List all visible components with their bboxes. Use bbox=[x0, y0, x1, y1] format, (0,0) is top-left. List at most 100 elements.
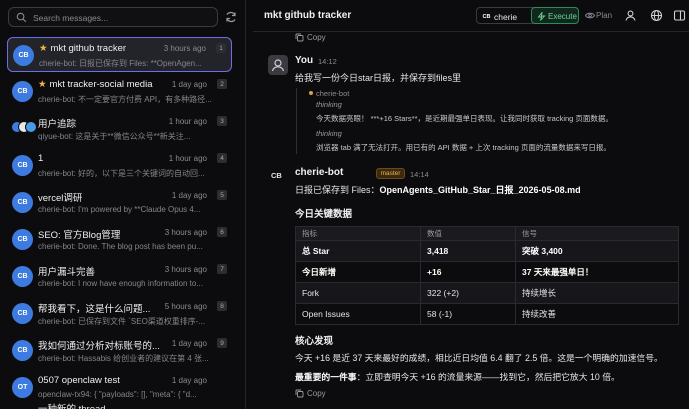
user-icon bbox=[271, 59, 285, 72]
copy-icon bbox=[295, 389, 304, 398]
conversation-badge: 5 bbox=[217, 190, 227, 200]
thinking-agent: cherie-bot bbox=[316, 89, 350, 98]
conversation-badge: 1 bbox=[216, 43, 226, 53]
finding-text: 今天 +16 是近 37 天来最好的成绩，相比近日均值 6.4 翻了 2.5 倍… bbox=[295, 353, 663, 363]
user-icon[interactable] bbox=[624, 9, 637, 22]
search-row: Search messages... bbox=[8, 7, 238, 27]
copy-label: Copy bbox=[307, 33, 326, 42]
conversation-badge: 2 bbox=[217, 79, 227, 89]
role-badge: master bbox=[376, 168, 405, 179]
copy-button[interactable]: Copy bbox=[295, 33, 326, 42]
conversation-preview: cherie-bot: Done. The blog post has been… bbox=[38, 242, 203, 251]
conversation-time: 1 day ago bbox=[171, 376, 207, 385]
conversation-preview: cherie-bot: 不一定要官方付费 API，有多种路径... bbox=[38, 95, 212, 104]
conversation-item[interactable]: 用户追踪 1 hour ago 3 qiyue-bot: 这是关于**微信公众号… bbox=[7, 111, 232, 146]
conversation-title: 0507 openclaw test bbox=[38, 375, 120, 386]
conversation-badge: 6 bbox=[217, 227, 227, 237]
finding-bold: 最重要的一件事 bbox=[295, 372, 357, 382]
search-icon bbox=[16, 12, 27, 23]
conversation-preview: cherie-bot: 好的，以下是三个关键词的自动回... bbox=[38, 169, 205, 178]
conversation-preview: cherie-bot: Hassabis 给创业者的建议在第 4 张... bbox=[38, 354, 209, 363]
agent-name: cherie bbox=[494, 12, 518, 22]
table-cell: 58 (-1) bbox=[420, 303, 516, 325]
avatar: CB bbox=[12, 192, 33, 213]
finding-text: ：立即查明今天 +16 的流量来源——找到它，然后把它放大 10 倍。 bbox=[356, 372, 620, 382]
table-cell: 3,418 bbox=[420, 240, 516, 262]
thinking-block: cherie-bot thinking 今天数据亮眼！ ***+16 Stars… bbox=[296, 88, 681, 154]
conversation-title: mkt github tracker bbox=[50, 43, 127, 54]
table-cell: 持续增长 bbox=[515, 282, 679, 304]
conversation-time: 1 day ago bbox=[171, 339, 207, 348]
conversation-item[interactable]: CB 用户漏斗完善 3 hours ago 7 cherie-bot: I no… bbox=[7, 259, 232, 294]
conversation-time: 5 hours ago bbox=[164, 302, 207, 311]
user-message-time: 14:12 bbox=[318, 57, 337, 66]
avatar bbox=[25, 121, 37, 133]
conversation-item[interactable]: CB vercel调研 1 day ago 5 cherie-bot: I'm … bbox=[7, 185, 232, 220]
conversation-time: 1 hour ago bbox=[168, 154, 207, 163]
star-icon: ★ bbox=[39, 43, 48, 54]
agent-avatar: CB bbox=[482, 13, 491, 20]
conversation-time: 3 hours ago bbox=[164, 265, 207, 274]
copy-label: Copy bbox=[307, 389, 326, 398]
conversation-item[interactable]: CB ★ mkt github tracker 3 hours ago 1 che… bbox=[7, 37, 232, 72]
plan-mode-button[interactable]: Plan bbox=[581, 7, 621, 24]
table-cell: +16 bbox=[420, 261, 516, 283]
conversation-time: 3 hours ago bbox=[163, 44, 206, 53]
conversation-preview: cherie-bot: 已保存到文件 `SEO渠道权重排序-... bbox=[38, 317, 206, 326]
conversation-item[interactable]: CB 帮我看下，这是什么问题... 5 hours ago 8 cherie-b… bbox=[7, 296, 232, 331]
chat-title: mkt github tracker bbox=[264, 10, 352, 21]
globe-icon[interactable] bbox=[650, 9, 663, 22]
chat-panel: mkt github tracker CB cherie Execute Pla… bbox=[253, 0, 689, 409]
conversation-item[interactable]: CB ★ mkt tracker-social media 1 day ago 2… bbox=[7, 74, 232, 109]
user-name: You bbox=[295, 55, 314, 66]
conversation-preview: cherie-bot: I now have enough informatio… bbox=[38, 279, 203, 288]
mode-toggle: Execute Plan bbox=[531, 7, 625, 24]
section-heading: 今日关键数据 bbox=[295, 209, 353, 220]
avatar: CB bbox=[12, 340, 33, 361]
conversation-title: 用户漏斗完善 bbox=[38, 267, 96, 278]
execute-mode-button[interactable]: Execute bbox=[531, 7, 579, 24]
conversation-item[interactable]: CB 我如何通过分析对标账号的... 1 day ago 9 cherie-bo… bbox=[7, 333, 232, 368]
conversation-badge: 4 bbox=[217, 153, 227, 163]
user-avatar bbox=[268, 55, 288, 75]
table-cell: 突破 3,400 bbox=[515, 240, 679, 262]
conversation-item[interactable]: 一种新的 thread bbox=[7, 400, 232, 409]
panel-icon[interactable] bbox=[673, 9, 686, 22]
table-cell: Open Issues bbox=[295, 303, 421, 325]
conversation-title: 用户追踪 bbox=[38, 119, 77, 130]
conversation-sidebar: Search messages... CB ★ mkt github tracke… bbox=[0, 0, 246, 409]
status-dot-icon bbox=[309, 91, 313, 95]
bot-name: cherie-bot bbox=[295, 167, 344, 178]
conversation-title: SEO: 官方Blog管理 bbox=[38, 230, 121, 241]
group-avatar bbox=[11, 121, 37, 135]
avatar: CB bbox=[12, 229, 33, 250]
saved-file-name: OpenAgents_GitHub_Star_日报_2026-05-08.md bbox=[379, 185, 581, 195]
table-header: 信号 bbox=[515, 226, 679, 241]
conversation-preview: qiyue-bot: 这是关于**微信公众号**新关注... bbox=[38, 132, 191, 141]
user-message-text: 给我写一份今日star日报，并保存到files里 bbox=[295, 73, 462, 83]
search-input[interactable]: Search messages... bbox=[8, 7, 218, 27]
conversation-title: mkt tracker-social media bbox=[49, 79, 153, 90]
thinking-text: 今天数据亮眼！ ***+16 Stars**，是近期最强单日表现。让我同时获取 … bbox=[316, 114, 613, 123]
conversation-time: 1 day ago bbox=[171, 80, 207, 89]
lightning-icon bbox=[537, 12, 546, 21]
conversation-title: 一种新的 thread bbox=[38, 401, 106, 409]
copy-button[interactable]: Copy bbox=[295, 389, 326, 398]
table-cell: 37 天来最强单日！ bbox=[515, 261, 679, 283]
conversation-preview: cherie-bot: I'm powered by **Claude Opus… bbox=[38, 205, 201, 214]
conversation-badge: 9 bbox=[217, 338, 227, 348]
eye-icon bbox=[585, 12, 595, 19]
thinking-text: 浏览器 tab 满了无法打开。用已有的 API 数据 + 上次 tracking… bbox=[316, 143, 611, 152]
table-cell: 322 (+2) bbox=[420, 282, 516, 304]
table-cell: 今日新增 bbox=[295, 261, 421, 283]
refresh-icon[interactable] bbox=[224, 10, 238, 24]
table-row: 总 Star 3,418 突破 3,400 bbox=[295, 240, 679, 262]
chat-header: mkt github tracker CB cherie Execute Pla… bbox=[253, 0, 689, 32]
avatar: OT bbox=[12, 377, 33, 398]
table-row: Open Issues 58 (-1) 持续改善 bbox=[295, 303, 679, 325]
avatar: CB bbox=[12, 303, 33, 324]
conversation-item[interactable]: CB 1 1 hour ago 4 cherie-bot: 好的，以下是三个关键… bbox=[7, 148, 232, 183]
bot-avatar: CB bbox=[271, 171, 282, 180]
conversation-item[interactable]: CB SEO: 官方Blog管理 3 hours ago 6 cherie-bo… bbox=[7, 222, 232, 257]
conversation-title: vercel调研 bbox=[38, 193, 83, 204]
